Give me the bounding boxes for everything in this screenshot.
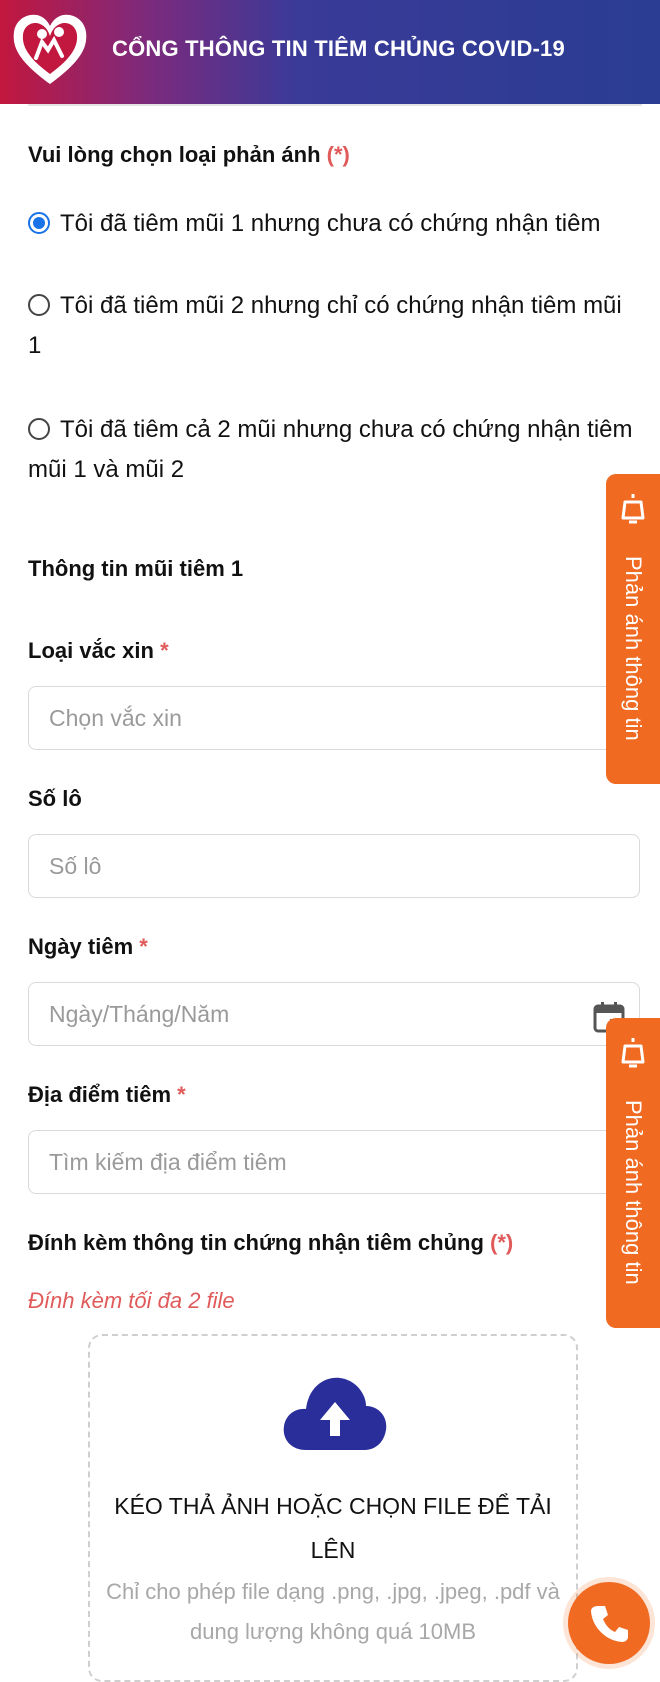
divider bbox=[28, 104, 642, 106]
place-field[interactable] bbox=[28, 1130, 640, 1194]
required-marker: (*) bbox=[326, 142, 350, 167]
place-label: Địa điểm tiêm * bbox=[28, 1082, 186, 1108]
report-type-label-text: Vui lòng chọn loại phản ánh bbox=[28, 142, 321, 167]
radio-option-label: Tôi đã tiêm cả 2 mũi nhưng chưa có chứng… bbox=[28, 416, 633, 483]
report-type-label: Vui lòng chọn loại phản ánh (*) bbox=[28, 142, 350, 168]
date-field[interactable] bbox=[28, 982, 640, 1046]
megaphone-icon bbox=[621, 494, 645, 524]
place-search-input[interactable] bbox=[47, 1131, 571, 1193]
side-tab-feedback[interactable]: Phản ánh thông tin bbox=[606, 1018, 660, 1328]
header-title: CỔNG THÔNG TIN TIÊM CHỦNG COVID-19 bbox=[112, 36, 565, 61]
required-marker: * bbox=[160, 638, 169, 663]
date-label-text: Ngày tiêm bbox=[28, 934, 134, 959]
call-button[interactable] bbox=[568, 1582, 650, 1664]
dropzone-title: KÉO THẢ ẢNH HOẶC CHỌN FILE ĐỂ TẢI LÊN bbox=[114, 1493, 552, 1563]
radio-option-both[interactable]: Tôi đã tiêm cả 2 mũi nhưng chưa có chứng… bbox=[28, 410, 638, 490]
radio-option-label: Tôi đã tiêm mũi 1 nhưng chưa có chứng nh… bbox=[60, 210, 601, 237]
required-marker: * bbox=[177, 1082, 186, 1107]
side-tab-label: Phản ánh thông tin bbox=[621, 1100, 646, 1285]
logo-heart-icon[interactable] bbox=[10, 10, 90, 88]
radio-checked-icon[interactable] bbox=[28, 212, 50, 234]
lot-input[interactable] bbox=[47, 835, 571, 897]
phone-icon bbox=[591, 1606, 628, 1642]
app-header: CỔNG THÔNG TIN TIÊM CHỦNG COVID-19 bbox=[0, 0, 660, 104]
dropzone-hint: Chỉ cho phép file dạng .png, .jpg, .jpeg… bbox=[106, 1579, 560, 1644]
side-tab-feedback[interactable]: Phản ánh thông tin bbox=[606, 474, 660, 784]
date-input[interactable] bbox=[47, 983, 571, 1045]
section-title: Thông tin mũi tiêm 1 bbox=[28, 556, 244, 581]
radio-unchecked-icon[interactable] bbox=[28, 294, 50, 316]
radio-option-dose2[interactable]: Tôi đã tiêm mũi 2 nhưng chỉ có chứng nhậ… bbox=[28, 286, 638, 366]
radio-unchecked-icon[interactable] bbox=[28, 418, 50, 440]
attachment-note: Đính kèm tối đa 2 file bbox=[28, 1288, 235, 1313]
side-tab-label: Phản ánh thông tin bbox=[621, 556, 646, 741]
attachment-label: Đính kèm thông tin chứng nhận tiêm chủng… bbox=[28, 1230, 513, 1256]
vaccine-input[interactable] bbox=[47, 687, 571, 749]
required-marker: (*) bbox=[490, 1230, 514, 1255]
vaccine-select[interactable] bbox=[28, 686, 640, 750]
required-marker: * bbox=[139, 934, 148, 959]
lot-label: Số lô bbox=[28, 786, 82, 811]
megaphone-icon bbox=[621, 1038, 645, 1068]
file-dropzone[interactable]: KÉO THẢ ẢNH HOẶC CHỌN FILE ĐỂ TẢI LÊN Ch… bbox=[88, 1334, 578, 1682]
lot-field[interactable] bbox=[28, 834, 640, 898]
place-label-text: Địa điểm tiêm bbox=[28, 1082, 172, 1107]
attachment-label-text: Đính kèm thông tin chứng nhận tiêm chủng bbox=[28, 1230, 484, 1255]
vaccine-label-text: Loại vắc xin bbox=[28, 638, 154, 663]
date-label: Ngày tiêm * bbox=[28, 934, 148, 960]
radio-option-label: Tôi đã tiêm mũi 2 nhưng chỉ có chứng nhậ… bbox=[28, 292, 622, 359]
upload-cloud-icon[interactable] bbox=[280, 1372, 390, 1452]
radio-option-dose1[interactable]: Tôi đã tiêm mũi 1 nhưng chưa có chứng nh… bbox=[28, 204, 638, 244]
vaccine-label: Loại vắc xin * bbox=[28, 638, 169, 664]
